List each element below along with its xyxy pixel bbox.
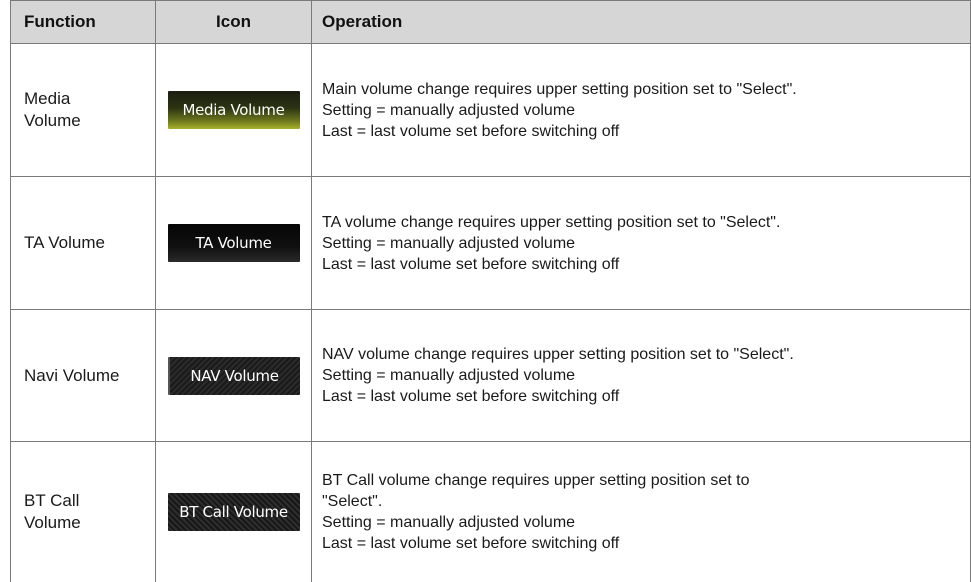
- operation-line: Setting = manually adjusted volume: [322, 234, 576, 252]
- row-divider: [10, 43, 971, 44]
- function-cell: BT Call Volume: [10, 442, 155, 582]
- operation-line: Setting = manually adjusted volume: [322, 367, 576, 384]
- media-volume-icon: Media Volume: [167, 91, 300, 129]
- bt-call-volume-icon: BT Call Volume: [167, 493, 300, 531]
- header-function: Function: [24, 11, 96, 31]
- operation-line: Setting = manually adjusted volume: [322, 514, 576, 531]
- volume-settings-table: Function Icon Operation Media Volume Med…: [10, 0, 971, 582]
- function-label-line: TA Volume: [24, 233, 105, 252]
- icon-cell: BT Call Volume: [156, 442, 311, 582]
- column-divider: [311, 0, 312, 582]
- operation-cell: TA volume change requires upper setting …: [312, 177, 971, 309]
- row-divider: [10, 176, 971, 177]
- operation-line: TA volume change requires upper setting …: [322, 213, 781, 231]
- function-label-line: Volume: [24, 111, 81, 130]
- icon-label: BT Call Volume: [179, 503, 288, 521]
- operation-line: Main volume change requires upper settin…: [322, 80, 797, 98]
- function-label-line: BT Call: [24, 491, 80, 510]
- operation-cell: BT Call volume change requires upper set…: [312, 442, 971, 582]
- row-divider: [10, 441, 971, 442]
- column-divider: [155, 0, 156, 582]
- icon-label: Media Volume: [182, 101, 285, 119]
- icon-label: NAV Volume: [190, 366, 279, 385]
- operation-line: Setting = manually adjusted volume: [322, 101, 576, 119]
- function-label-line: Volume: [24, 513, 81, 532]
- function-label-line: Navi Volume: [24, 365, 120, 385]
- operation-line: Last = last volume set before switching …: [322, 535, 620, 552]
- operation-line: Last = last volume set before switching …: [322, 255, 620, 273]
- function-cell: Media Volume: [10, 44, 155, 176]
- operation-line: NAV volume change requires upper setting…: [322, 346, 794, 363]
- row-divider: [10, 309, 971, 310]
- operation-cell: NAV volume change requires upper setting…: [312, 310, 971, 441]
- operation-line: Last = last volume set before switching …: [322, 122, 620, 140]
- row-divider: [10, 0, 971, 1]
- operation-line: "Select".: [322, 493, 383, 510]
- header-icon: Icon: [216, 11, 251, 31]
- icon-cell: TA Volume: [156, 177, 311, 309]
- function-label-line: Media: [24, 89, 71, 108]
- icon-cell: NAV Volume: [156, 310, 311, 441]
- operation-line: BT Call volume change requires upper set…: [322, 472, 750, 489]
- operation-cell: Main volume change requires upper settin…: [312, 44, 971, 176]
- nav-volume-icon: NAV Volume: [167, 356, 300, 395]
- function-cell: Navi Volume: [10, 310, 155, 441]
- icon-cell: Media Volume: [156, 44, 311, 176]
- ta-volume-icon: TA Volume: [167, 224, 300, 262]
- header-operation: Operation: [322, 11, 403, 31]
- function-cell: TA Volume: [10, 177, 155, 309]
- operation-line: Last = last volume set before switching …: [322, 388, 620, 405]
- icon-label: TA Volume: [195, 234, 272, 252]
- table-border-left: [10, 0, 11, 582]
